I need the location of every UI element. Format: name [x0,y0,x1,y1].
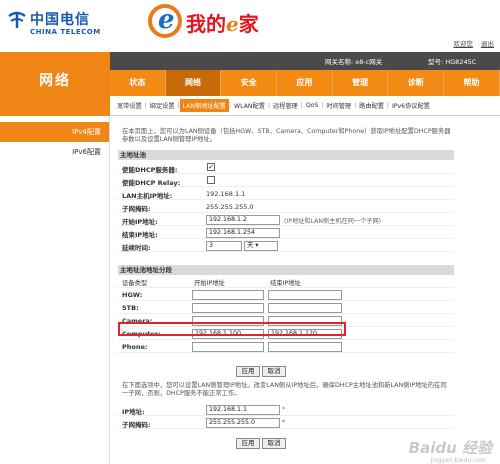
sub-nav: 宽带设置 | 绑定设置 | LAN侧地址配置 | WLAN配置 | 远程管理 | QoS |… [110,96,500,116]
ehome-e-icon: e [148,4,182,38]
subnav-binding[interactable]: 绑定设置 [147,101,178,110]
top-links: 欢迎您 退出 [447,38,494,48]
mgmt-mask-row: 子网掩码: 255.255.255.0 * [118,417,454,429]
sidebar: IPv4配置 IPv6配置 [0,116,110,464]
mgmt-ip-input[interactable]: 192.168.1.1 [206,405,280,415]
subnav-remote[interactable]: 远程管理 [270,101,301,110]
nav-tab-diagnose[interactable]: 诊断 [388,70,445,96]
end-ip-label: 结束IP地址: [122,231,158,239]
dhcp-server-checkbox[interactable]: ✓ [207,163,215,171]
end-ip-input[interactable]: 192.168.1.254 [206,228,280,238]
pool-column-headers: 设备类型 开始IP地址 结束IP地址 [118,276,454,288]
watermark-url: jingyan.baidu.com [430,457,486,464]
subnav-qos[interactable]: QoS [303,102,322,109]
subnav-lan-address[interactable]: LAN侧地址配置 [179,99,229,112]
hgw-start-input[interactable] [192,290,264,300]
col-end-ip: 结束IP地址 [270,280,301,287]
dhcp-relay-row: 使能DHCP Relay: [118,175,454,187]
header: 中国电信 CHINA TELECOM e 我的e家 欢迎您 退出 [0,0,500,48]
welcome-link: 欢迎您 [453,40,473,48]
baidu-watermark: Baidu 经验 [408,439,492,457]
col-device-type: 设备类型 [122,280,148,287]
info-bar: 网关名称: e8-c网关 型号: HG8245C [110,52,500,70]
required-star: * [282,419,286,426]
gateway-name: 网关名称: e8-c网关 [325,58,383,66]
start-ip-input[interactable]: 192.168.1.2 [206,215,280,225]
subnav-route[interactable]: 路由配置 [356,101,387,110]
start-ip-label: 开始IP地址: [122,218,158,226]
subnav-wlan[interactable]: WLAN配置 [231,101,268,110]
nav-tab-status[interactable]: 状态 [110,70,166,96]
mask-value: 255.255.255.0 [206,203,254,211]
mgmt-mask-label: 子网掩码: [122,421,151,429]
host-pool-header: 主地址池 [118,150,454,160]
mgmt-description: 在下面选项中，您可以设置LAN侧管理IP地址。改变LAN侧从IP地址后，确保DH… [122,382,447,397]
china-telecom-mark-icon [8,11,26,28]
computer-row-highlight [118,322,346,336]
pool-device-label: Phone: [122,343,148,351]
sidebar-item-ipv6[interactable]: IPv6配置 [0,142,109,162]
mgmt-mask-input[interactable]: 255.255.255.0 [206,418,280,428]
cancel-button-2[interactable]: 取消 [262,438,286,449]
lease-unit-select[interactable]: 天 ▾ [244,241,278,251]
lease-label: 延续时间: [122,244,151,252]
subnav-time[interactable]: 时间管理 [323,101,354,110]
nav-tab-network[interactable]: 网络 [165,70,222,96]
china-telecom-logo: 中国电信 CHINA TELECOM [4,4,108,40]
dhcp-relay-checkbox[interactable] [207,176,215,184]
lease-input[interactable]: 3 [206,241,242,251]
nav-tab-manage[interactable]: 管理 [333,70,389,96]
telecom-name-en: CHINA TELECOM [30,28,101,36]
phone-start-input[interactable] [192,342,264,352]
ehome-logo: e 我的e家 [148,2,348,42]
pool-segment-header: 主地址池地址分段 [118,265,454,275]
phone-end-input[interactable] [268,342,342,352]
main-nav: 状态 网络 安全 应用 管理 诊断 帮助 [110,70,500,96]
nav-tab-help[interactable]: 帮助 [444,70,500,96]
mask-row: 子网掩码: 255.255.255.0 [118,201,454,213]
ehome-title: 我的e家 [186,12,259,36]
mgmt-ip-row: IP地址: 192.168.1.1 * [118,404,454,416]
apply-button-1[interactable]: 应用 [236,366,260,377]
pool-row-stb: STB: [118,302,454,314]
subnav-broadband[interactable]: 宽带设置 [114,101,145,110]
device-model: 型号: HG8245C [428,58,477,66]
dhcp-server-row: 使能DHCP服务器: ✓ [118,162,454,174]
pool-row-hgw: HGW: [118,289,454,301]
nav-tab-apps[interactable]: 应用 [277,70,333,96]
lan-ip-label: LAN主机IP地址: [122,192,173,200]
pool-row-phone: Phone: [118,341,454,353]
pool-device-label: HGW: [122,291,143,299]
subnav-ipv6[interactable]: IPv6协议配置 [389,101,433,110]
col-start-ip: 开始IP地址 [194,280,225,287]
hgw-end-input[interactable] [268,290,342,300]
lan-ip-row: LAN主机IP地址: 192.168.1.1 [118,188,454,200]
nav-tab-security[interactable]: 安全 [221,70,278,96]
stb-end-input[interactable] [268,303,342,313]
start-ip-row: 开始IP地址: 192.168.1.2 (IP地址和LAN侧主机在同一个子网) [118,214,454,226]
cancel-button-1[interactable]: 取消 [262,366,286,377]
lease-row: 延续时间: 3 天 ▾ [118,240,454,252]
page-description: 在本页面上，您可以为LAN侧设备（包括HGW、STB、Camera、Comput… [122,128,451,143]
sidebar-item-ipv4[interactable]: IPv4配置 [0,122,109,142]
mask-label: 子网掩码: [122,205,151,213]
telecom-name-cn: 中国电信 [30,12,90,28]
section-title: 网络 [0,52,110,116]
end-ip-row: 结束IP地址: 192.168.1.254 [118,227,454,239]
start-ip-hint: (IP地址和LAN侧主机在同一个子网) [284,218,382,225]
apply-button-2[interactable]: 应用 [236,438,260,449]
lan-ip-value: 192.168.1.1 [206,190,246,198]
logout-link[interactable]: 退出 [481,40,494,48]
mgmt-ip-label: IP地址: [122,408,145,416]
dhcp-relay-label: 使能DHCP Relay: [122,179,181,187]
pool-device-label: STB: [122,304,139,312]
dhcp-server-label: 使能DHCP服务器: [122,166,178,174]
stb-start-input[interactable] [192,303,264,313]
required-star: * [282,406,286,413]
